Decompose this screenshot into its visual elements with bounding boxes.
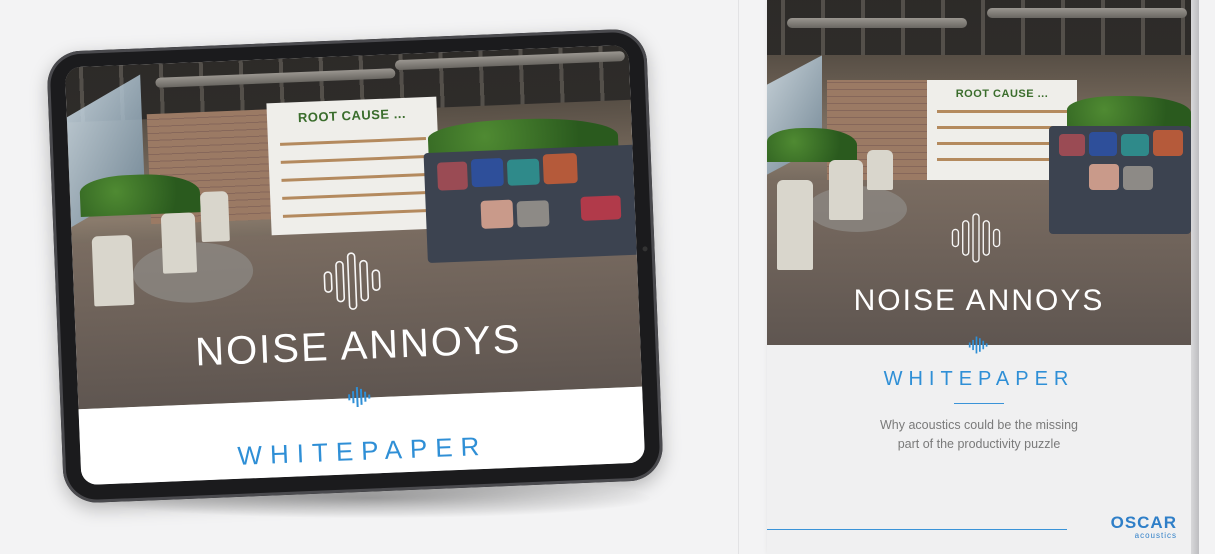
soundwave-logo-icon: [323, 252, 381, 310]
booklet-subtitle: WHITEPAPER: [883, 368, 1075, 390]
booklet-soundwave-logo-icon: [951, 213, 1001, 263]
tablet-device: ROOT CAUSE ... NOISE ANNOYS WHITEPAPER: [46, 28, 664, 504]
tablet-screen: ROOT CAUSE ... NOISE ANNOYS WHITEPAPER: [64, 44, 646, 486]
booklet-photo: ROOT CAUSE ... NOISE ANNOYS: [767, 0, 1191, 345]
booklet-small-soundwave-icon: [968, 336, 988, 354]
booklet-title: NOISE ANNOYS: [853, 284, 1105, 317]
tablet-mockup-panel: ROOT CAUSE ... NOISE ANNOYS WHITEPAPER: [0, 0, 738, 554]
logo-tagline: acoustics: [1134, 531, 1177, 540]
booklet-wall-sign: ROOT CAUSE ...: [955, 88, 1049, 100]
shelf-wall: ROOT CAUSE ...: [266, 96, 442, 244]
booklet-description-line2: part of the productivity puzzle: [897, 437, 1061, 451]
mockup-stage: ROOT CAUSE ... NOISE ANNOYS WHITEPAPER R…: [0, 0, 1215, 554]
small-soundwave-icon: [348, 386, 371, 408]
booklet-cover: ROOT CAUSE ... NOISE ANNOYS WHITEPAPER W…: [767, 0, 1199, 554]
logo-brand: OSCAR: [1110, 513, 1177, 532]
footer-rule: [767, 529, 1067, 530]
booklet-description-line1: Why acoustics could be the missing: [879, 418, 1078, 432]
cover-photo: ROOT CAUSE ... NOISE ANNOYS: [64, 44, 643, 410]
oscar-acoustics-logo: OSCAR acoustics: [1110, 513, 1177, 540]
booklet-mockup-panel: ROOT CAUSE ... NOISE ANNOYS WHITEPAPER W…: [739, 0, 1215, 554]
subtitle-rule: [954, 403, 1004, 404]
wall-sign: ROOT CAUSE ...: [297, 105, 407, 126]
